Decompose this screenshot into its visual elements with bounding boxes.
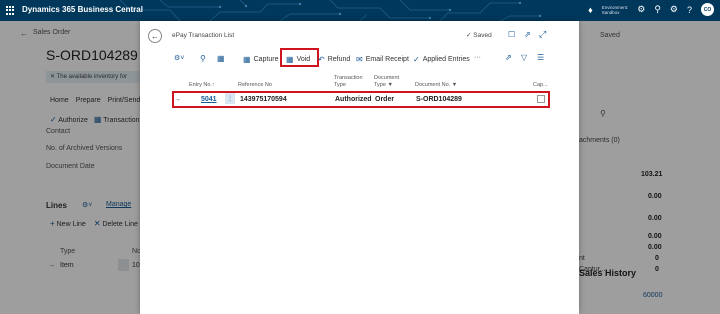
refund-icon: ↶ — [318, 55, 325, 64]
open-new-window-icon[interactable]: ⇗ — [524, 30, 531, 39]
column-document-type[interactable]: Document Type ▼ — [374, 75, 399, 89]
column-transaction-type[interactable]: Transaction Type — [334, 75, 363, 89]
environment-info[interactable]: Environment: Sandbox — [602, 5, 629, 15]
saved-status: ✓ Saved — [466, 32, 492, 39]
row-highlight-box — [172, 91, 550, 108]
check-icon: ✓ — [466, 32, 472, 39]
settings-icon[interactable]: ⚙ — [670, 4, 678, 15]
options-icon[interactable]: ⚙˅ — [174, 54, 184, 62]
bookmark-icon[interactable]: ☐ — [508, 30, 515, 39]
list-view-icon[interactable]: ☰ — [537, 53, 544, 62]
checkmark-icon: ✓ — [413, 55, 420, 64]
expand-icon[interactable]: ⤢ — [539, 29, 546, 40]
bell-icon[interactable]: ♦ — [588, 5, 593, 15]
refund-button[interactable]: ↶ Refund — [318, 55, 350, 64]
search-icon[interactable]: ⚲ — [200, 54, 206, 63]
void-highlight-box — [280, 48, 319, 67]
help-icon[interactable]: ? — [687, 5, 692, 15]
capture-icon: ▦ — [243, 55, 251, 64]
environment-label: Environment: — [601, 4, 629, 10]
column-entry-no[interactable]: Entry No.↑ — [189, 82, 215, 89]
copilot-icon[interactable]: ⚙ — [637, 4, 645, 15]
search-icon[interactable]: ⚲ — [654, 4, 661, 15]
column-document-no[interactable]: Document No. ▼ — [415, 82, 457, 89]
dialog-title: ePay Transaction List — [172, 32, 235, 39]
back-icon[interactable]: ← — [148, 29, 162, 43]
column-reference-no[interactable]: Reference No — [238, 82, 272, 89]
environment-name: Sandbox — [601, 9, 620, 15]
applied-entries-button[interactable]: ✓ Applied Entries — [413, 55, 470, 64]
app-title: Dynamics 365 Business Central — [22, 5, 143, 14]
app-launcher-icon[interactable] — [6, 6, 15, 15]
avatar[interactable]: CO — [701, 3, 714, 16]
filter-icon[interactable]: ▽ — [521, 53, 527, 62]
email-receipt-button[interactable]: ✉ Email Receipt — [356, 55, 409, 64]
app-bar: Dynamics 365 Business Central ♦ Environm… — [0, 0, 720, 21]
filter-icon: ▼ — [387, 82, 393, 88]
column-cap[interactable]: Cap... — [533, 82, 548, 89]
more-actions-button[interactable]: ··· — [474, 54, 481, 61]
edit-list-icon[interactable]: ▦ — [217, 54, 225, 63]
filter-icon: ▼ — [451, 82, 458, 88]
epay-transaction-list-dialog: ← ePay Transaction List ✓ Saved ☐ ⇗ ⤢ ⚙˅… — [140, 21, 579, 314]
email-icon: ✉ — [356, 55, 363, 64]
share-icon[interactable]: ⇗ — [505, 53, 512, 62]
capture-button[interactable]: ▦ Capture — [243, 55, 278, 64]
